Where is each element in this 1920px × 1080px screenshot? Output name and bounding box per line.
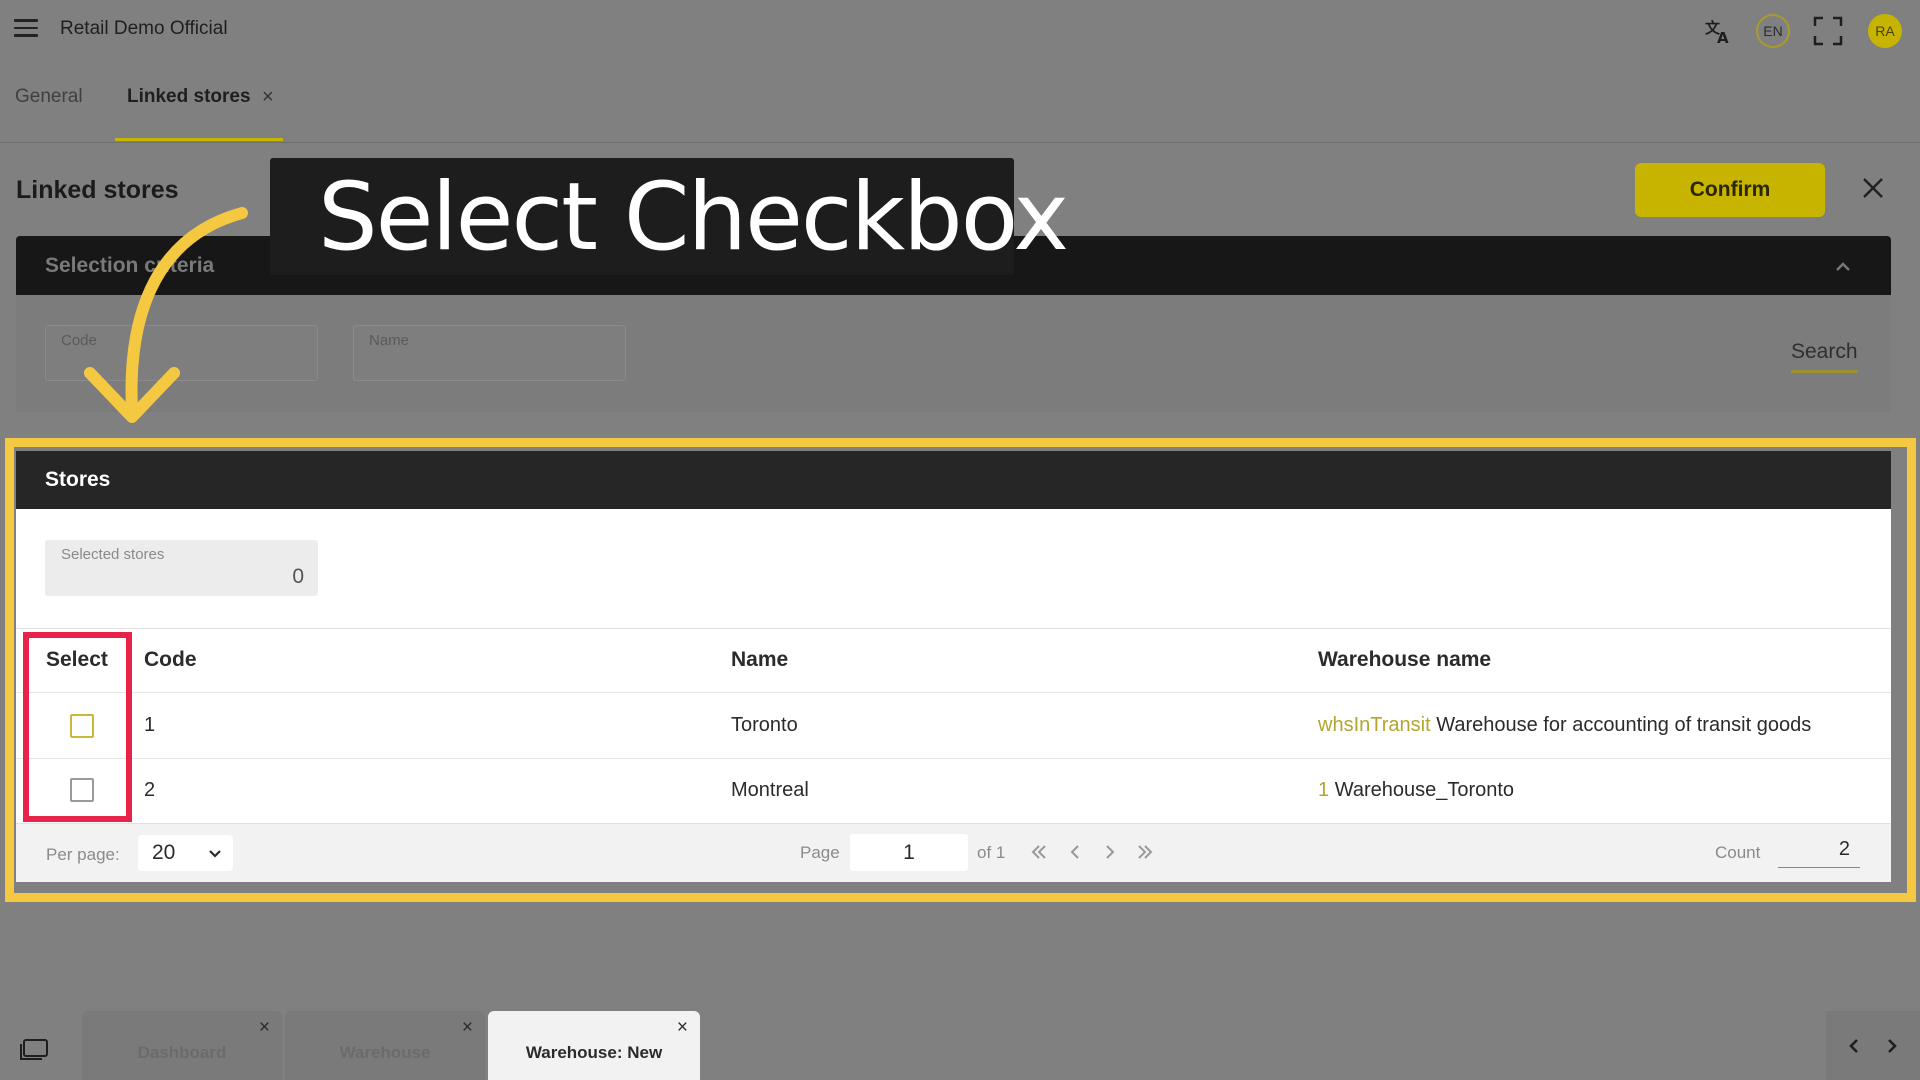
search-button[interactable]: Search: [1791, 340, 1858, 373]
chevron-left-icon[interactable]: [1845, 1037, 1863, 1055]
taskbar-tab-dashboard[interactable]: Dashboard ×: [82, 1011, 282, 1080]
active-tab-indicator: [115, 138, 283, 141]
menu-icon[interactable]: [14, 19, 38, 39]
arrow-icon: [84, 207, 248, 423]
close-icon[interactable]: ×: [677, 1017, 688, 1039]
chevron-right-icon[interactable]: [1883, 1037, 1901, 1055]
tab-linked-stores[interactable]: Linked stores: [127, 86, 251, 108]
tutorial-banner-text: Select Checkbox: [318, 163, 1069, 272]
stores-highlight-frame: [5, 438, 1916, 902]
fullscreen-icon[interactable]: [1812, 14, 1844, 48]
windows-icon[interactable]: [19, 1038, 49, 1062]
taskbar-tab-warehouse-new[interactable]: Warehouse: New ×: [488, 1011, 700, 1080]
close-icon[interactable]: [1857, 172, 1889, 204]
taskbar-tab-label: Warehouse: [339, 1043, 431, 1062]
taskbar-nav: [1826, 1011, 1920, 1080]
top-bar: [0, 0, 1920, 60]
divider: [0, 142, 1920, 143]
name-field[interactable]: Name: [353, 325, 626, 381]
chevron-up-icon[interactable]: [1832, 256, 1854, 278]
taskbar-tab-label: Dashboard: [137, 1043, 227, 1062]
app-title: Retail Demo Official: [60, 18, 228, 39]
taskbar-tab-warehouse[interactable]: Warehouse ×: [285, 1011, 485, 1080]
user-avatar[interactable]: RA: [1868, 14, 1902, 48]
confirm-button[interactable]: Confirm: [1635, 163, 1825, 217]
svg-text:A: A: [1717, 29, 1729, 46]
close-icon[interactable]: ×: [462, 1017, 473, 1039]
close-icon[interactable]: ×: [259, 1017, 270, 1039]
taskbar-tab-label: Warehouse: New: [525, 1043, 663, 1062]
select-column-highlight: [23, 632, 132, 822]
language-badge[interactable]: EN: [1756, 14, 1790, 48]
tab-general[interactable]: General: [15, 86, 83, 108]
translate-icon[interactable]: 文A: [1702, 14, 1736, 48]
tab-close-icon[interactable]: ×: [262, 86, 274, 109]
name-field-label: Name: [369, 332, 410, 349]
